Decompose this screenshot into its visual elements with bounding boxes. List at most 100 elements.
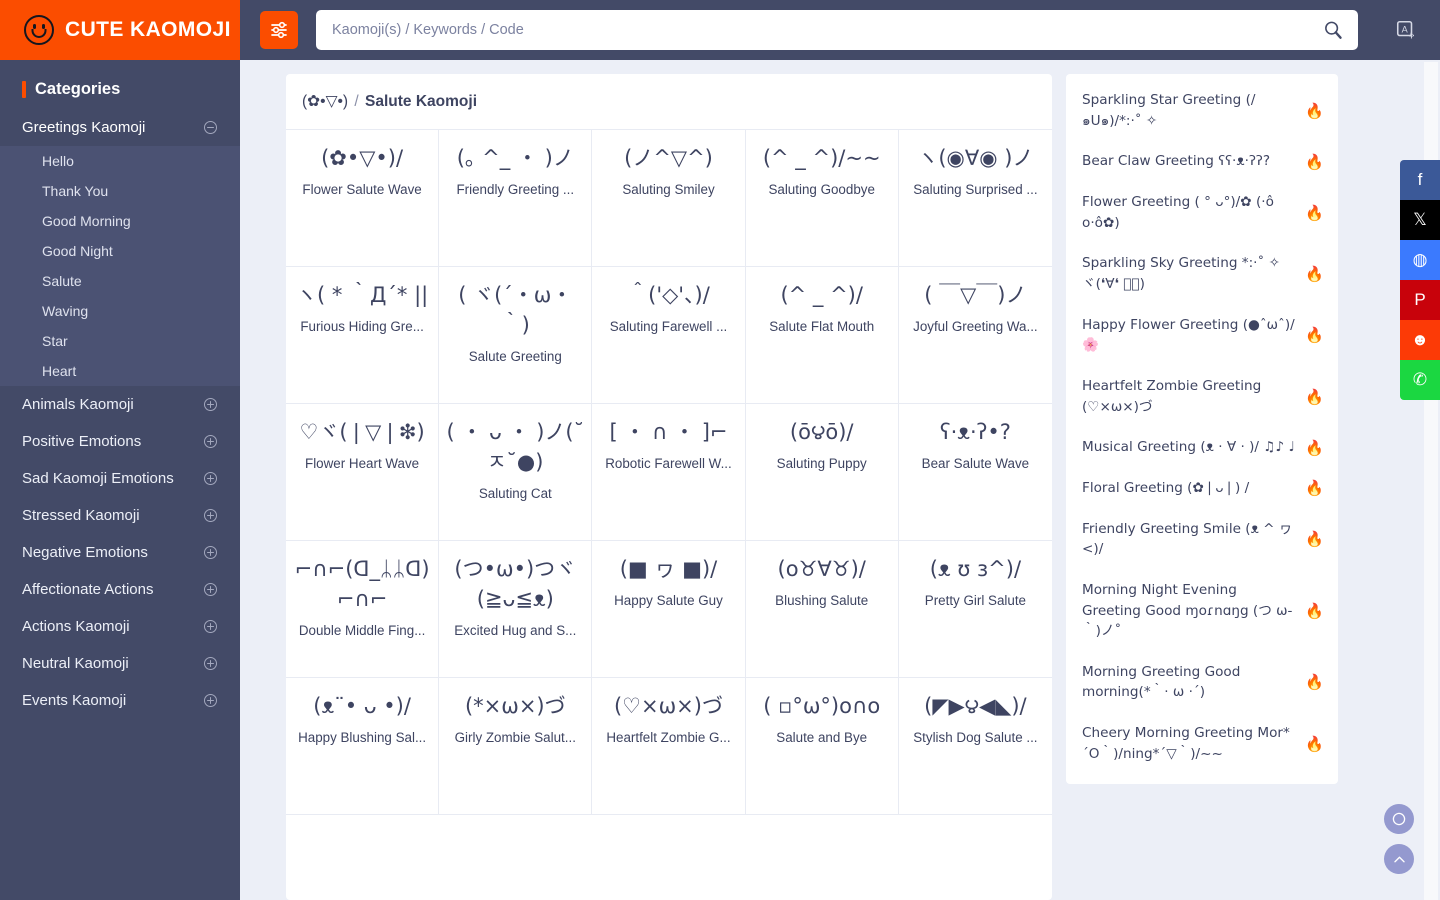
sliders-filter-icon bbox=[271, 21, 287, 39]
kaomoji-cell[interactable]: (✿•▽•)/ Flower Salute Wave bbox=[286, 130, 440, 267]
plus-circle-icon[interactable] bbox=[203, 619, 218, 634]
kaomoji-cell[interactable]: ＾('◇'、)/ Saluting Farewell ... bbox=[592, 267, 746, 404]
plus-circle-icon[interactable] bbox=[203, 693, 218, 708]
sidebar-item-star[interactable]: Star bbox=[0, 326, 240, 356]
plus-circle-icon[interactable] bbox=[203, 508, 218, 523]
trending-item[interactable]: Friendly Greeting Smile (ᴥ ^ ヮ<)/ 🔥 bbox=[1066, 509, 1338, 570]
kaomoji-cell[interactable]: (つ•ω•)つヾ(≧ᴗ≦ᴥ) Excited Hug and S... bbox=[439, 541, 593, 678]
kaomoji-glyph: ( ▫°ω°)o∩o bbox=[763, 694, 881, 718]
kaomoji-cell[interactable]: ( ▫°ω°)o∩o Salute and Bye bbox=[745, 678, 899, 815]
trending-item[interactable]: Sparkling Sky Greeting *:·˚ ✧ ヾ(❛∀❛ ⌣゙) 🔥 bbox=[1066, 243, 1338, 304]
trending-item[interactable]: Flower Greeting ( ° ᴗ°)/✿ (·ô o·ô✿) 🔥 bbox=[1066, 182, 1338, 243]
trending-item-label: Flower Greeting ( ° ᴗ°)/✿ (·ô o·ô✿) bbox=[1082, 193, 1274, 231]
kaomoji-name: Happy Blushing Sal... bbox=[298, 729, 427, 745]
trending-item[interactable]: Happy Flower Greeting (●ˆωˆ)/🌸 🔥 bbox=[1066, 305, 1338, 366]
x-twitter-share-icon[interactable]: 𝕏 bbox=[1400, 200, 1440, 240]
kaomoji-name: Salute and Bye bbox=[776, 729, 868, 745]
trending-item[interactable]: Cheery Morning Greeting Mor*´Ο｀)/ning*´▽… bbox=[1066, 713, 1338, 774]
sidebar-item-good-morning[interactable]: Good Morning bbox=[0, 206, 240, 236]
fire-icon: 🔥 bbox=[1305, 531, 1324, 549]
main-area: (✿•▽•) / Salute Kaomoji (✿•▽•)/Flower Sa… bbox=[240, 60, 1440, 900]
language-button[interactable]: A ቅ bbox=[1376, 19, 1436, 41]
fire-icon: 🔥 bbox=[1305, 674, 1324, 692]
filter-button[interactable] bbox=[260, 11, 298, 49]
scroll-to-top-button[interactable] bbox=[1384, 844, 1414, 874]
kaomoji-glyph: ⌐∩⌐(ᗡ_ᛦᛦᗡ) ⌐∩⌐ bbox=[294, 557, 430, 611]
plus-circle-icon[interactable] bbox=[203, 397, 218, 412]
sidebar-group-sad-kaomoji-emotions[interactable]: Sad Kaomoji Emotions bbox=[0, 460, 240, 497]
sidebar-group-actions-kaomoji[interactable]: Actions Kaomoji bbox=[0, 608, 240, 645]
breadcrumb-kaomoji: (✿•▽•) bbox=[302, 93, 349, 110]
sidebar-group-affectionate-actions[interactable]: Affectionate Actions bbox=[0, 571, 240, 608]
trending-item[interactable]: Morning Greeting Good morning(*｀· ω ·´) 🔥 bbox=[1066, 652, 1338, 713]
magnifier-icon[interactable] bbox=[1322, 19, 1344, 41]
sidebar-group-label: Neutral Kaomoji bbox=[22, 655, 129, 672]
smiley-face-icon bbox=[24, 15, 54, 45]
kaomoji-cell[interactable]: (◤▶౪◀◣)/ Stylish Dog Salute ... bbox=[898, 678, 1052, 815]
trending-item[interactable]: Bear Claw Greeting ʕʕ·ᴥ·ʔʔ? 🔥 bbox=[1066, 141, 1338, 182]
plus-circle-icon[interactable] bbox=[203, 434, 218, 449]
kaomoji-cell[interactable]: (ノ^▽^) Saluting Smiley bbox=[592, 130, 746, 267]
kaomoji-cell[interactable]: (♡×ω×)づ Heartfelt Zombie G... bbox=[592, 678, 746, 815]
kaomoji-cell[interactable]: (*×ω×)づ Girly Zombie Salut... bbox=[439, 678, 593, 815]
trending-item[interactable]: Morning Night Evening Greeting Gᴏᴏd ɱoɾn… bbox=[1066, 570, 1338, 652]
kaomoji-glyph: (♡×ω×)づ bbox=[613, 694, 723, 718]
kaomoji-cell[interactable]: ⌐∩⌐(ᗡ_ᛦᛦᗡ) ⌐∩⌐ Double Middle Fing... bbox=[286, 541, 440, 678]
sidebar-item-good-night[interactable]: Good Night bbox=[0, 236, 240, 266]
sidebar-group-positive-emotions[interactable]: Positive Emotions bbox=[0, 423, 240, 460]
kaomoji-cell[interactable]: ʕ·ᴥ·ʔ•? Bear Salute Wave bbox=[898, 404, 1052, 541]
trending-item[interactable]: Sparkling Star Greeting (/ ๑U๑)/*:·˚ ✧ 🔥 bbox=[1066, 80, 1338, 141]
sidebar-item-salute[interactable]: Salute bbox=[0, 266, 240, 296]
whatsapp-share-icon[interactable]: ✆ bbox=[1400, 360, 1440, 400]
kaomoji-name: Saluting Cat bbox=[478, 485, 552, 501]
sidebar-group-greetings-kaomoji[interactable]: Greetings Kaomoji bbox=[0, 109, 240, 146]
kaomoji-cell[interactable]: ♡ヾ(❘▽❘❇) Flower Heart Wave bbox=[286, 404, 440, 541]
plus-circle-icon[interactable] bbox=[203, 545, 218, 560]
kaomoji-cell[interactable]: ( ヾ(´・ω・｀) Salute Greeting bbox=[439, 267, 593, 404]
kaomoji-cell[interactable]: (ᴥ¨• ᴗ •)/ Happy Blushing Sal... bbox=[286, 678, 440, 815]
kaomoji-glyph: (^ _ ^)/~~ bbox=[762, 146, 881, 170]
plus-circle-icon[interactable] bbox=[203, 471, 218, 486]
search-input[interactable] bbox=[332, 22, 1322, 38]
sidebar-group-stressed-kaomoji[interactable]: Stressed Kaomoji bbox=[0, 497, 240, 534]
sidebar-group-events-kaomoji[interactable]: Events Kaomoji bbox=[0, 682, 240, 719]
minus-circle-icon[interactable] bbox=[203, 120, 218, 135]
trending-item[interactable]: Floral Greeting (✿❘ᴗ❘) / 🔥 bbox=[1066, 468, 1338, 509]
kaomoji-cell[interactable]: (ō౪ō)/ Saluting Puppy bbox=[745, 404, 899, 541]
reddit-share-icon[interactable]: ☻ bbox=[1400, 320, 1440, 360]
kaomoji-cell[interactable]: (■ ヮ ■)/ Happy Salute Guy bbox=[592, 541, 746, 678]
sidebar-item-heart[interactable]: Heart bbox=[0, 356, 240, 386]
kaomoji-cell[interactable]: ( ￣▽￣)ノ Joyful Greeting Wa... bbox=[898, 267, 1052, 404]
sidebar-group-neutral-kaomoji[interactable]: Neutral Kaomoji bbox=[0, 645, 240, 682]
trending-item[interactable]: Heartfelt Zombie Greeting (♡×ω×)づ 🔥 bbox=[1066, 366, 1338, 427]
kaomoji-name: Heartfelt Zombie G... bbox=[606, 729, 731, 745]
kaomoji-cell[interactable]: ヽ(◉∀◉ )ノ Saluting Surprised ... bbox=[898, 130, 1052, 267]
brand-logo[interactable]: CUTE KAOMOJI bbox=[0, 0, 240, 60]
sidebar-group-label: Greetings Kaomoji bbox=[22, 119, 146, 136]
pinterest-share-icon[interactable]: P bbox=[1400, 280, 1440, 320]
sidebar-group-animals-kaomoji[interactable]: Animals Kaomoji bbox=[0, 386, 240, 423]
svg-text:A: A bbox=[1402, 24, 1409, 34]
sidebar-item-hello[interactable]: Hello bbox=[0, 146, 240, 176]
kaomoji-cell[interactable]: (^ _ ^)/ Salute Flat Mouth bbox=[745, 267, 899, 404]
kaomoji-glyph: ♡ヾ(❘▽❘❇) bbox=[299, 420, 425, 444]
trending-item-label: Friendly Greeting Smile (ᴥ ^ ヮ<)/ bbox=[1082, 520, 1293, 558]
kaomoji-cell[interactable]: (^ _ ^)/~~ Saluting Goodbye bbox=[745, 130, 899, 267]
sidebar-item-waving[interactable]: Waving bbox=[0, 296, 240, 326]
trending-list: Sparkling Star Greeting (/ ๑U๑)/*:·˚ ✧ 🔥 B… bbox=[1066, 74, 1338, 785]
kaomoji-cell[interactable]: (｡ ^_ ・ )ノ Friendly Greeting ... bbox=[439, 130, 593, 267]
plus-circle-icon[interactable] bbox=[203, 582, 218, 597]
sidebar-item-thank-you[interactable]: Thank You bbox=[0, 176, 240, 206]
kaomoji-cell[interactable]: [ ・ ∩ ・ ]⌐ Robotic Farewell W... bbox=[592, 404, 746, 541]
facebook-share-icon[interactable]: f bbox=[1400, 160, 1440, 200]
trending-item[interactable]: Musical Greeting (ᴥ · ∀ · )/ ♫♪ ♩ 🔥 bbox=[1066, 427, 1338, 468]
kaomoji-cell[interactable]: ヽ( * ｀Д´* || Furious Hiding Gre... bbox=[286, 267, 440, 404]
kaomoji-cell[interactable]: (ᴥ ʊ ɜ^)/ Pretty Girl Salute bbox=[898, 541, 1052, 678]
messenger-share-icon[interactable]: ◍ bbox=[1400, 240, 1440, 280]
kaomoji-cell[interactable]: ( ・ ᴗ ・ )ノ(˘ㅈ˘●) Saluting Cat bbox=[439, 404, 593, 541]
kaomoji-cell[interactable]: (o♉∀♉)/ Blushing Salute bbox=[745, 541, 899, 678]
search-bar[interactable] bbox=[316, 10, 1358, 50]
dark-mode-toggle[interactable] bbox=[1384, 804, 1414, 834]
sidebar-group-negative-emotions[interactable]: Negative Emotions bbox=[0, 534, 240, 571]
plus-circle-icon[interactable] bbox=[203, 656, 218, 671]
